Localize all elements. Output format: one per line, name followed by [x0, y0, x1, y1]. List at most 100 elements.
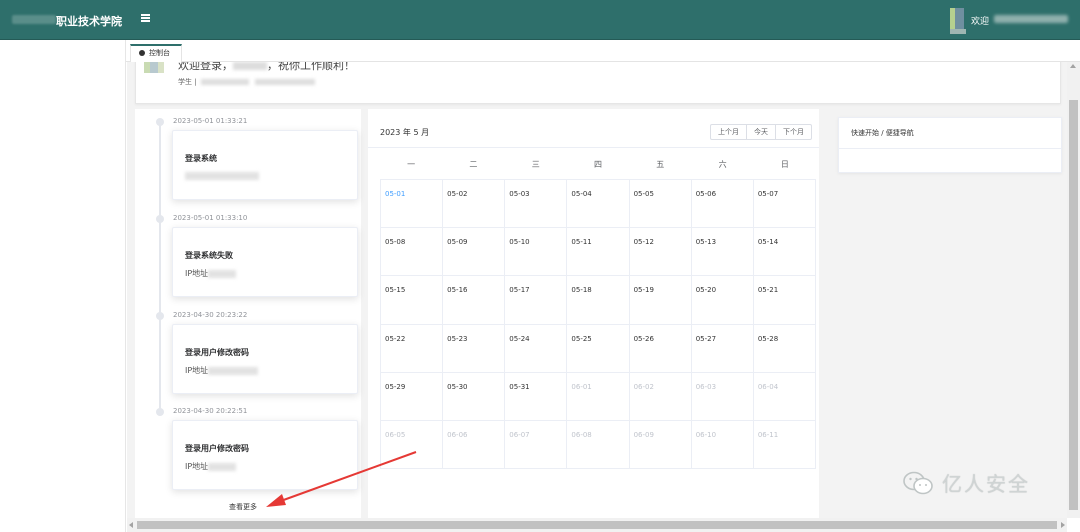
tab-label: 控制台: [149, 49, 170, 57]
menu-toggle-icon[interactable]: [140, 13, 152, 25]
calendar-day-cell[interactable]: 05-30: [443, 372, 506, 421]
calendar-day-cell[interactable]: 05-25: [567, 324, 630, 373]
calendar-title: 2023 年 5 月: [380, 128, 430, 137]
calendar-day-cell[interactable]: 05-29: [381, 372, 444, 421]
prev-month-button[interactable]: 上个月: [711, 125, 746, 139]
timeline-detail: IP地址: [185, 461, 237, 472]
calendar-day-cell[interactable]: 05-05: [629, 180, 692, 229]
timeline-time: 2023-04-30 20:22:51: [173, 407, 248, 415]
user-avatar[interactable]: [950, 8, 966, 36]
calendar-day-cell[interactable]: 05-14: [753, 228, 816, 277]
calendar-day-cell[interactable]: 05-26: [629, 324, 692, 373]
scroll-thumb[interactable]: [137, 521, 1057, 529]
timeline-title: 登录用户修改密码: [185, 444, 249, 453]
calendar-day-cell[interactable]: 05-07: [753, 180, 816, 229]
calendar-day-cell[interactable]: 05-06: [691, 180, 754, 229]
weekday-label: 四: [593, 160, 602, 169]
calendar-day-cell[interactable]: 05-17: [505, 276, 568, 325]
weekday-label: 二: [469, 160, 478, 169]
brand-title: 职业技术学院: [56, 15, 122, 28]
calendar-day-cell[interactable]: 05-04: [567, 180, 630, 229]
divider: [368, 147, 819, 148]
wechat-icon: [903, 471, 933, 494]
calendar-day-cell[interactable]: 05-10: [505, 228, 568, 277]
timeline-time: 2023-04-30 20:23:22: [173, 311, 248, 319]
scroll-right-icon[interactable]: [1061, 522, 1065, 528]
welcome-label: 欢迎: [971, 17, 990, 27]
weekday-label: 五: [656, 160, 665, 169]
weekday-label: 日: [780, 160, 789, 169]
ip-redacted: [185, 171, 259, 180]
calendar-day-cell[interactable]: 05-01: [381, 180, 444, 229]
calendar-day-cell[interactable]: 06-06: [443, 420, 506, 469]
calendar-day-cell[interactable]: 06-05: [381, 420, 444, 469]
timeline-detail: [185, 171, 259, 180]
calendar-day-cell[interactable]: 05-11: [567, 228, 630, 277]
timeline-card: 登录系统: [172, 130, 358, 200]
dashboard-icon: [139, 50, 145, 56]
calendar-day-cell[interactable]: 05-09: [443, 228, 506, 277]
role-line: 学生 |: [178, 77, 315, 87]
weekday-label: 六: [718, 160, 727, 169]
calendar-day-cell[interactable]: 06-07: [505, 420, 568, 469]
calendar-day-cell[interactable]: 06-02: [629, 372, 692, 421]
vertical-scrollbar[interactable]: [1067, 62, 1080, 518]
id-redacted: [254, 79, 315, 85]
calendar-day-cell[interactable]: 06-10: [691, 420, 754, 469]
calendar-day-cell[interactable]: 05-02: [443, 180, 506, 229]
timeline-title: 登录用户修改密码: [185, 348, 249, 357]
sidebar: [0, 40, 126, 532]
quick-nav-card: 快速开始 / 便捷导航: [838, 117, 1062, 173]
calendar-day-cell[interactable]: 06-09: [629, 420, 692, 469]
class-redacted: [200, 79, 249, 85]
weekday-label: 三: [531, 160, 540, 169]
tab-dashboard[interactable]: 控制台: [130, 44, 182, 62]
calendar-day-cell[interactable]: 05-22: [381, 324, 444, 373]
calendar-day-cell[interactable]: 05-19: [629, 276, 692, 325]
calendar-day-cell[interactable]: 06-11: [753, 420, 816, 469]
calendar-day-cell[interactable]: 05-28: [753, 324, 816, 373]
divider: [839, 148, 1061, 149]
calendar-day-cell[interactable]: 05-16: [443, 276, 506, 325]
calendar-day-cell[interactable]: 05-20: [691, 276, 754, 325]
horizontal-scrollbar[interactable]: [127, 518, 1067, 532]
calendar-day-cell[interactable]: 05-24: [505, 324, 568, 373]
timeline-detail: IP地址: [185, 365, 259, 376]
today-button[interactable]: 今天: [746, 125, 775, 139]
next-month-button[interactable]: 下个月: [775, 125, 811, 139]
timeline-line: [159, 119, 161, 415]
calendar-day-cell[interactable]: 05-03: [505, 180, 568, 229]
calendar-day-cell[interactable]: 06-03: [691, 372, 754, 421]
watermark-text: 亿人安全: [942, 472, 1030, 496]
calendar-day-cell[interactable]: 05-23: [443, 324, 506, 373]
calendar-day-cell[interactable]: 05-13: [691, 228, 754, 277]
calendar-weekdays: 一 二 三 四 五 六 日: [380, 159, 816, 170]
calendar-day-cell[interactable]: 05-31: [505, 372, 568, 421]
welcome-title: 欢迎登录， ，祝你工作顺利！: [178, 62, 355, 72]
scroll-thumb[interactable]: [1069, 100, 1078, 510]
timeline-title: 登录系统失败: [185, 251, 233, 260]
quick-nav-title: 快速开始 / 便捷导航: [851, 129, 914, 137]
calendar-day-cell[interactable]: 05-27: [691, 324, 754, 373]
timeline-dot: [156, 312, 164, 320]
timeline-title: 登录系统: [185, 154, 217, 163]
timeline-card: 登录用户修改密码 IP地址: [172, 420, 358, 490]
calendar-day-cell[interactable]: 05-08: [381, 228, 444, 277]
calendar-day-cell[interactable]: 06-08: [567, 420, 630, 469]
avatar: [144, 62, 166, 75]
calendar-day-cell[interactable]: 05-15: [381, 276, 444, 325]
ip-redacted: [208, 462, 237, 471]
calendar-day-cell[interactable]: 05-18: [567, 276, 630, 325]
calendar-day-cell[interactable]: 05-12: [629, 228, 692, 277]
calendar-day-cell[interactable]: 06-01: [567, 372, 630, 421]
login-timeline: 2023-05-01 01:33:21 登录系统 2023-05-01 01:3…: [135, 109, 361, 518]
scroll-left-icon[interactable]: [129, 522, 133, 528]
timeline-dot: [156, 118, 164, 126]
tab-bar: 控制台: [126, 40, 1080, 62]
view-more-link[interactable]: 查看更多: [229, 502, 257, 512]
username-redacted[interactable]: [994, 15, 1068, 23]
calendar-day-cell[interactable]: 06-04: [753, 372, 816, 421]
calendar-day-cell[interactable]: 05-21: [753, 276, 816, 325]
scroll-up-icon[interactable]: [1070, 64, 1076, 68]
timeline-time: 2023-05-01 01:33:21: [173, 117, 248, 125]
